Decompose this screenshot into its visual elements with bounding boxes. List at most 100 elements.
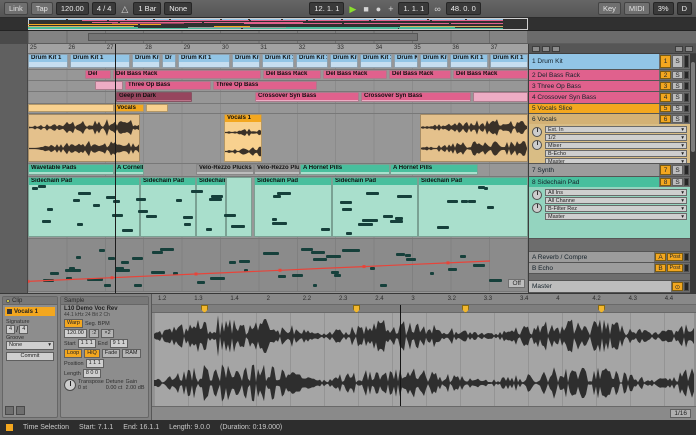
grid-resolution-label[interactable]: 1/16 (670, 409, 691, 418)
midi-note[interactable] (478, 186, 485, 189)
midi-note[interactable] (342, 208, 352, 211)
midi-note[interactable] (184, 223, 191, 226)
clip-del-bass-rack[interactable]: Del Bass Rack (113, 70, 261, 79)
seg-bpm-value[interactable]: 120.00 (64, 329, 87, 338)
clip-del-bass-rack[interactable]: Del Bass Rack (263, 70, 321, 79)
clip-del-bass-rack[interactable]: Del Bass Rack (323, 70, 387, 79)
clip-crossover-syn-bass[interactable]: Crossover Syn Bass (255, 92, 359, 102)
clip-synth-pads[interactable]: A Cornell P (114, 164, 144, 175)
link-button[interactable]: Link (4, 2, 28, 15)
hiq-button[interactable]: HiQ (84, 349, 99, 358)
routing-select[interactable]: Mixer▾ (545, 142, 687, 149)
double-tempo-button[interactable]: ×2 (101, 329, 113, 338)
loop-start-display[interactable]: 1. 1. 1 (398, 2, 429, 15)
track-title-5[interactable]: 5 Vocals Slice (529, 104, 659, 113)
send-knob[interactable] (532, 140, 542, 150)
groove-select[interactable]: None ▾ (6, 341, 54, 350)
midi-note[interactable] (321, 228, 330, 231)
loop-length-display[interactable]: 48. 0. 0 (446, 2, 481, 15)
half-tempo-button[interactable]: :2 (89, 329, 100, 338)
clip-drum-kit[interactable]: Drum Kit 1 (232, 54, 260, 68)
midi-note[interactable] (383, 215, 393, 218)
track-title-⊙[interactable]: Master (529, 281, 671, 292)
midi-note[interactable] (77, 223, 83, 226)
start-value[interactable]: 1 1 1 (78, 339, 96, 348)
clip-activator-icon[interactable] (7, 309, 12, 314)
clip-synth-pads[interactable]: Velo-Rezzo Plucks (196, 164, 254, 175)
signature-denominator[interactable]: 4 (19, 325, 28, 334)
midi-note[interactable] (206, 228, 212, 231)
midi-note[interactable] (47, 208, 53, 211)
sample-waveform-display[interactable] (154, 313, 694, 406)
clip-sidechain-pad[interactable]: Sidechain Pad (418, 177, 528, 237)
track-activator[interactable]: 3 (660, 82, 671, 90)
commit-button[interactable]: Commit (6, 352, 54, 361)
midi-note[interactable] (176, 199, 182, 202)
sample-scrub-strip[interactable] (152, 305, 696, 313)
midi-note[interactable] (366, 192, 379, 195)
track-title-7[interactable]: 7 Synth (529, 164, 659, 176)
clip-crossover-syn-bass[interactable] (473, 92, 528, 102)
clip-drum-kit[interactable]: Drum Kit 1 (132, 54, 160, 68)
io-section-toggle-icon[interactable] (532, 46, 540, 52)
detune-value[interactable]: 0.00 ct (106, 385, 124, 391)
groove-amount-menu[interactable]: None (164, 2, 192, 15)
track-activator[interactable]: A (655, 253, 666, 261)
time-signature-display[interactable]: 4 / 4 (92, 2, 117, 15)
clip-drum-kit[interactable]: Drum Kit 1 (490, 54, 528, 68)
midi-note[interactable] (340, 201, 352, 204)
clip-drum-kit[interactable]: Drum Kit 1 (330, 54, 358, 68)
clip-del-bass-rack[interactable]: Del (85, 70, 111, 79)
midi-note[interactable] (272, 218, 277, 221)
tap-tempo-button[interactable]: Tap (31, 2, 53, 15)
clip-three-op-bass[interactable]: Three Op Bass (125, 81, 211, 90)
midi-note[interactable] (112, 214, 123, 217)
clip-drum-kit[interactable]: Drum Kit 1 (360, 54, 392, 68)
clip-vocals[interactable]: Vocals 1 (224, 114, 262, 162)
clip-sidechain-pad[interactable]: Sidechain Pad (140, 177, 196, 237)
midi-note[interactable] (468, 200, 476, 203)
routing-select[interactable]: Ext. In▾ (545, 126, 687, 133)
track-title-1[interactable]: 1 Drum Kit (529, 54, 659, 69)
solo-button[interactable]: S (672, 178, 683, 186)
clip-sidechain-pad[interactable] (226, 177, 252, 237)
track-activator[interactable]: 4 (660, 93, 671, 102)
track-activator[interactable]: 7 (660, 165, 671, 175)
clip-synth-pads[interactable]: Wavetable Pads (28, 164, 114, 175)
warp-button[interactable]: Warp (64, 319, 83, 328)
clip-del-bass-rack[interactable]: Del Bass Rack (389, 70, 451, 79)
clip-del-bass-rack[interactable]: Del Bass Rack (453, 70, 528, 79)
length-value[interactable]: 8 0 0 (83, 369, 101, 378)
position-value[interactable]: 1 1 1 (86, 359, 104, 368)
clip-synth-pads[interactable]: A Hornet Pills (390, 164, 478, 175)
solo-button[interactable]: S (672, 165, 683, 175)
clip-drum-kit[interactable]: Drum Kit 1 (28, 54, 68, 68)
clip-vocals[interactable] (28, 114, 140, 162)
scrub-area[interactable] (28, 31, 528, 44)
routing-select[interactable]: 1/2▾ (545, 134, 687, 141)
clip-three-op-bass[interactable] (95, 81, 123, 90)
tempo-display[interactable]: 120.00 (56, 2, 89, 15)
track-title-A[interactable]: A Reverb / Compre (529, 252, 654, 262)
midi-note[interactable] (273, 195, 281, 198)
send-knob[interactable] (532, 203, 542, 213)
clip-drum-kit[interactable]: Drum Kit 1 (296, 54, 328, 68)
overview-toggle-icon[interactable] (685, 46, 693, 52)
play-button[interactable]: ▶ (347, 1, 358, 17)
midi-note[interactable] (358, 223, 373, 226)
post-toggle[interactable]: Post (667, 264, 683, 272)
clip-crossover-syn-bass[interactable]: Crossover Syn Bass (361, 92, 471, 102)
midi-note[interactable] (146, 215, 157, 218)
clip-crossover-syn-bass[interactable]: Geep in Dark (116, 92, 192, 102)
midi-note[interactable] (38, 185, 46, 188)
sends-section-toggle-icon[interactable] (542, 46, 550, 52)
automation-off-button[interactable]: Off (508, 279, 525, 288)
routing-select[interactable]: All Channe▾ (545, 197, 687, 204)
routing-select[interactable]: Master▾ (545, 213, 687, 220)
clip-drum-kit[interactable]: Drum Kit 1 (178, 54, 230, 68)
clip-vocals-slice[interactable] (28, 104, 114, 112)
midi-note[interactable] (211, 195, 223, 198)
midi-note[interactable] (362, 219, 378, 222)
pan-knob[interactable] (532, 190, 542, 200)
loop-switch[interactable]: ∞ (432, 1, 442, 17)
